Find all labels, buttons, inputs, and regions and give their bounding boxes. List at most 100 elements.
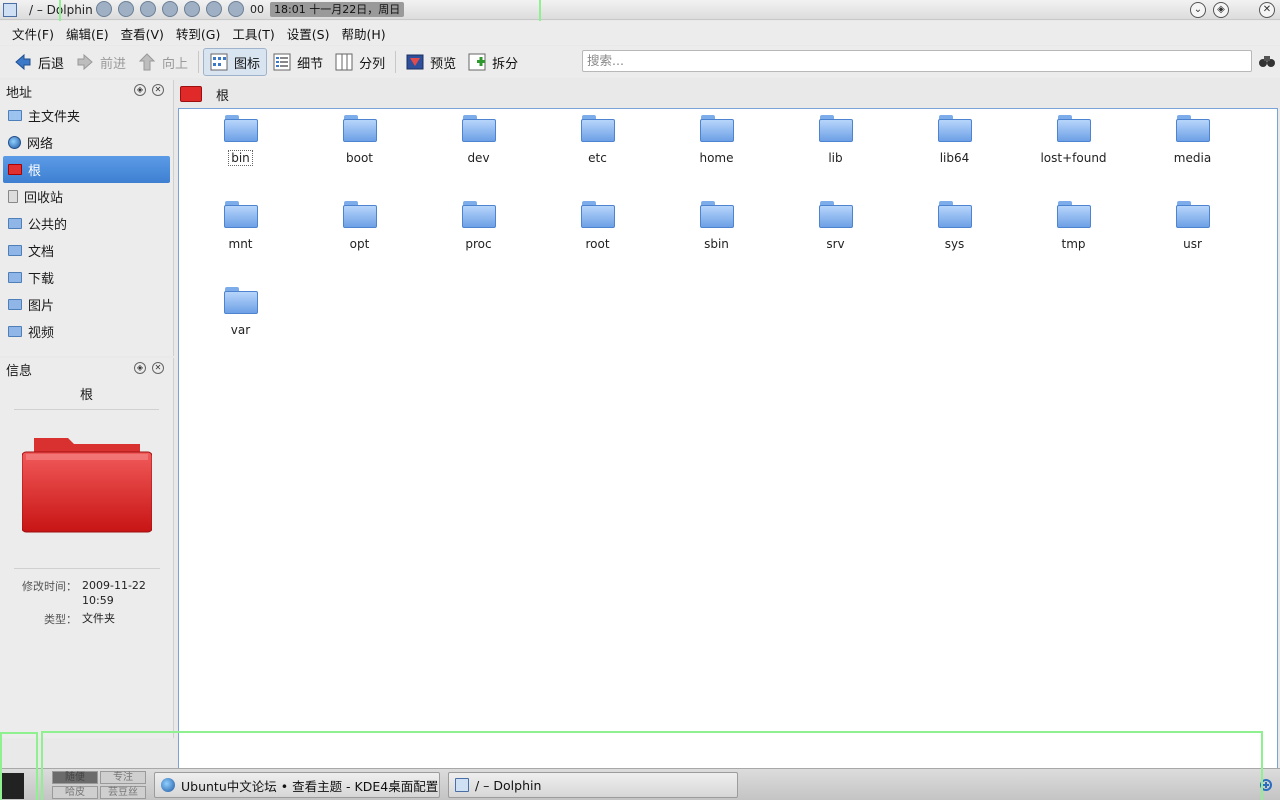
menu-help[interactable]: 帮助(H) [335, 24, 391, 43]
place-label: 图片 [28, 299, 55, 314]
pager-desktop[interactable]: 专注 [100, 771, 146, 784]
place-pictures[interactable]: 图片 [0, 291, 173, 318]
folder-icon [223, 201, 258, 229]
tray-info-icon[interactable] [228, 1, 244, 17]
tray-app-icon[interactable] [96, 1, 112, 17]
panel-detach-icon[interactable]: ◈ [134, 84, 146, 96]
preview-button[interactable]: 预览 [400, 48, 462, 76]
up-button[interactable]: 向上 [132, 48, 194, 76]
icons-view-button[interactable]: 图标 [203, 48, 268, 76]
menu-edit[interactable]: 编辑(E) [60, 24, 115, 43]
place-downloads[interactable]: 下载 [0, 264, 173, 291]
large-red-folder-icon [22, 438, 152, 533]
preview-label: 预览 [430, 56, 457, 72]
maximize-icon[interactable]: ◈ [1213, 2, 1229, 18]
file-item[interactable]: proc [419, 199, 538, 285]
type-value: 文件夹 [82, 612, 115, 625]
place-public[interactable]: 公共的 [0, 210, 173, 237]
task-browser[interactable]: Ubuntu中文论坛 • 查看主题 - KDE4桌面配置 [154, 772, 440, 798]
details-view-button[interactable]: 细节 [267, 48, 329, 76]
panel-detach-icon[interactable]: ◈ [134, 362, 146, 374]
file-item[interactable]: boot [300, 113, 419, 199]
location-current[interactable]: 根 [216, 85, 229, 104]
modified-label: 修改时间： [22, 580, 77, 593]
place-label: 下载 [28, 272, 55, 287]
file-item[interactable]: dev [419, 113, 538, 199]
menu-tools[interactable]: 工具(T) [226, 24, 280, 43]
file-item[interactable]: home [657, 113, 776, 199]
pager-desktop[interactable]: 随便 [52, 771, 98, 784]
file-item[interactable]: mnt [181, 199, 300, 285]
menu-file[interactable]: 文件(F) [6, 24, 60, 43]
panel-close-icon[interactable]: ✕ [152, 84, 164, 96]
file-item[interactable]: sbin [657, 199, 776, 285]
file-grid: bin boot dev etc home lib lib64 lost+found media… [179, 113, 1279, 371]
folder-icon [342, 201, 377, 229]
file-label: srv [826, 237, 845, 251]
folder-icon [8, 326, 22, 337]
place-trash[interactable]: 回收站 [0, 183, 173, 210]
file-item[interactable]: tmp [1014, 199, 1133, 285]
tray-app-icon[interactable] [118, 1, 134, 17]
place-home[interactable]: 主文件夹 [0, 102, 173, 129]
place-label: 根 [28, 164, 42, 179]
split-button[interactable]: 拆分 [462, 48, 524, 76]
file-item[interactable]: media [1133, 113, 1252, 199]
binoculars-icon[interactable] [1258, 53, 1276, 69]
forward-label: 前进 [100, 56, 127, 72]
place-videos[interactable]: 视频 [0, 318, 173, 345]
pager-desktop[interactable]: 芸豆丝 [100, 786, 146, 799]
location-bar[interactable]: 根 [176, 80, 1280, 108]
file-item[interactable]: root [538, 199, 657, 285]
clock[interactable]: 18:01 十一月22日，周日 [270, 1, 405, 17]
file-item[interactable]: lib [776, 113, 895, 199]
file-label: usr [1183, 237, 1202, 251]
file-view[interactable]: bin boot dev etc home lib lib64 lost+found media… [178, 108, 1278, 770]
close-icon[interactable]: ✕ [1259, 2, 1275, 18]
minimize-icon[interactable]: ⌄ [1190, 2, 1206, 18]
file-label: opt [349, 237, 370, 251]
task-dolphin[interactable]: / – Dolphin [448, 772, 738, 798]
pager-desktop[interactable]: 哈皮 [52, 786, 98, 799]
columns-view-button[interactable]: 分列 [329, 48, 391, 76]
place-label: 公共的 [28, 218, 68, 233]
file-item[interactable]: opt [300, 199, 419, 285]
file-item[interactable]: lib64 [895, 113, 1014, 199]
menu-view[interactable]: 查看(V) [115, 24, 170, 43]
dolphin-app-icon[interactable] [3, 2, 17, 17]
file-item[interactable]: srv [776, 199, 895, 285]
back-button[interactable]: 后退 [8, 48, 70, 76]
search-input[interactable]: 搜索... [582, 50, 1252, 72]
folder-icon [461, 201, 496, 229]
details-view-icon [273, 53, 291, 71]
place-documents[interactable]: 文档 [0, 237, 173, 264]
place-root[interactable]: 根 [3, 156, 170, 183]
kickoff-menu-icon[interactable] [2, 773, 24, 799]
place-label: 视频 [28, 326, 55, 341]
tray-app-icon[interactable] [162, 1, 178, 17]
place-network[interactable]: 网络 [0, 129, 173, 156]
file-item[interactable]: sys [895, 199, 1014, 285]
icons-view-label: 图标 [234, 56, 261, 72]
place-label: 回收站 [24, 191, 64, 206]
place-label: 网络 [27, 137, 54, 152]
preview-icon [406, 54, 424, 70]
file-item[interactable]: bin [181, 113, 300, 199]
forward-button[interactable]: 前进 [70, 48, 132, 76]
file-item[interactable]: lost+found [1014, 113, 1133, 199]
zoom-in-icon[interactable] [1246, 775, 1276, 795]
file-item[interactable]: var [181, 285, 300, 371]
folder-icon [1175, 201, 1210, 229]
file-item[interactable]: usr [1133, 199, 1252, 285]
folder-icon [8, 299, 22, 310]
folder-icon [1056, 201, 1091, 229]
information-panel: 信息 ◈ ✕ 根 修改时间： 2009-11-22 10:59 类型： 文件夹 [0, 358, 174, 738]
tray-network-icon[interactable] [206, 1, 222, 17]
file-item[interactable]: etc [538, 113, 657, 199]
menu-go[interactable]: 转到(G) [170, 24, 226, 43]
file-label: root [585, 237, 610, 251]
panel-close-icon[interactable]: ✕ [152, 362, 164, 374]
menu-settings[interactable]: 设置(S) [281, 24, 336, 43]
tray-app-icon[interactable] [140, 1, 156, 17]
tray-clock-icon[interactable] [184, 1, 200, 17]
